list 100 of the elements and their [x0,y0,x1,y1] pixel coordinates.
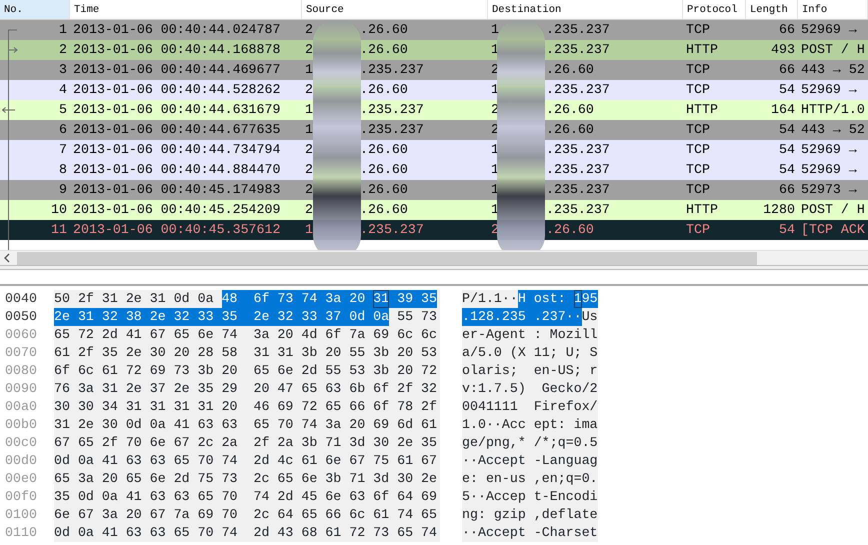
address-text: .26.60 [360,141,408,159]
time-text: 2013-01-06 00:40:44.168878 [73,41,280,59]
packet-number: 10 [51,201,67,219]
address-text: .235.237 [546,21,610,39]
address-text: 2 [305,201,314,219]
length-text: 54 [779,221,795,239]
ascii-text[interactable]: .128.235 .237·· [462,308,582,326]
protocol-text: TCP [686,81,710,99]
offset-text: 00f0 [4,488,38,506]
ascii-text[interactable]: 0041111 Firefox/ [462,398,598,416]
address-text: .26.60 [360,161,408,179]
column-header[interactable]: Info [798,0,868,19]
packet-number: 7 [59,141,67,159]
protocol-text: HTTP [686,41,718,59]
length-text: 66 [779,181,795,199]
address-text: 1 [491,161,500,179]
ascii-text[interactable]: a/5.0 (X 11; U; S [462,344,598,362]
ascii-text[interactable]: ··Accept -Charset [462,524,598,542]
ascii-text[interactable]: 1.0··Acc ept: ima [462,416,598,434]
address-text: .26.60 [360,201,408,219]
offset-text: 0070 [4,344,38,362]
protocol-text: HTTP [686,101,718,119]
offset-text: 0050 [4,308,38,326]
packet-number: 1 [59,21,67,39]
info-text: HTTP/1.0 [801,101,865,119]
offset-text: 00c0 [4,434,38,452]
scrollbar-thumb[interactable] [17,252,757,264]
address-text: .235.237 [360,61,424,79]
column-header[interactable]: Length [746,0,798,19]
address-text: .235.237 [546,41,610,59]
address-text: 2 [491,101,500,119]
address-text: .235.237 [360,121,424,139]
length-text: 54 [779,81,795,99]
address-text: .235.237 [546,161,610,179]
time-text: 2013-01-06 00:40:44.884470 [73,161,280,179]
info-text: POST / H [801,41,865,59]
address-text: .26.60 [360,81,408,99]
ascii-text[interactable]: Us [582,308,598,326]
ascii-text[interactable]: ng: gzip ,deflate [462,506,598,524]
address-text: .235.237 [360,101,424,119]
address-text: 2 [305,141,314,159]
address-text: .26.60 [546,221,594,239]
scroll-left-icon[interactable] [3,253,11,263]
packet-number: 9 [59,181,67,199]
length-text: 54 [779,141,795,159]
ascii-text[interactable]: v:1.7.5) Gecko/2 [462,380,598,398]
info-text: 52969 → [801,81,857,99]
hex-bytes[interactable]: 39 35 [389,290,438,308]
ascii-text[interactable]: H ost: [518,290,574,308]
time-text: 2013-01-06 00:40:45.254209 [73,201,280,219]
column-header[interactable]: Time [70,0,302,19]
hex-bytes[interactable]: 2e 31 32 38 2e 32 33 35 2e 32 33 37 0d 0a [54,308,390,326]
offset-text: 0040 [4,290,38,308]
packet-number: 8 [59,161,67,179]
packet-number: 6 [59,121,67,139]
offset-text: 0080 [4,362,38,380]
info-text: 443 → 52 [801,121,865,139]
ascii-text[interactable]: ge/png,* /*;q=0.5 [462,434,598,452]
packet-row[interactable]: 1 2013-01-06 00:40:44.024787 2 .26.60 1 .235.237 TCP 66 52969 → [0,20,868,40]
column-header[interactable]: Destination [488,0,683,19]
address-text: 2 [305,161,314,179]
offset-text: 00e0 [4,470,38,488]
address-text: .26.60 [546,101,594,119]
ascii-text[interactable]: e: en-us ,en;q=0. [462,470,598,488]
ascii-text[interactable]: P/1.1·· [462,290,518,308]
ascii-text[interactable]: 95 [582,290,598,308]
address-text: 2 [491,121,500,139]
offset-text: 0060 [4,326,38,344]
time-text: 2013-01-06 00:40:44.734794 [73,141,280,159]
offset-text: 0110 [4,524,38,542]
info-text: [TCP ACK [801,221,865,239]
hex-bytes[interactable]: 31 [373,290,390,308]
ascii-text[interactable]: er-Agent : Mozill [462,326,598,344]
address-text: 1 [491,81,500,99]
hex-bytes[interactable]: 50 2f 31 2e 31 0d 0a [54,290,214,308]
length-text: 66 [779,21,795,39]
ascii-text[interactable]: ··Accept -Languag [462,452,598,470]
address-text: .26.60 [360,21,408,39]
offset-text: 00a0 [4,398,38,416]
address-text: .235.237 [360,221,424,239]
time-text: 2013-01-06 00:40:45.174983 [73,181,280,199]
column-header[interactable]: Source [302,0,488,19]
protocol-text: HTTP [686,201,718,219]
packet-number: 5 [59,101,67,119]
info-text: 52969 → [801,21,857,39]
column-header[interactable]: Protocol [683,0,746,19]
ascii-text[interactable]: olaris; en-US; r [462,362,598,380]
length-text: 54 [779,121,795,139]
hex-bytes[interactable]: 55 73 [397,308,438,326]
ascii-text[interactable]: 5··Accep t-Encodi [462,488,598,506]
info-text: 443 → 52 [801,61,865,79]
packet-number: 3 [59,61,67,79]
info-text: 52973 → [801,181,857,199]
address-text: 1 [305,101,314,119]
address-text: 2 [305,181,314,199]
address-text: .26.60 [360,181,408,199]
address-text: 1 [491,41,500,59]
column-header[interactable]: No. [0,0,70,19]
hex-bytes[interactable]: 48 6f 73 74 3a 20 [222,290,374,308]
address-text: .235.237 [546,181,610,199]
